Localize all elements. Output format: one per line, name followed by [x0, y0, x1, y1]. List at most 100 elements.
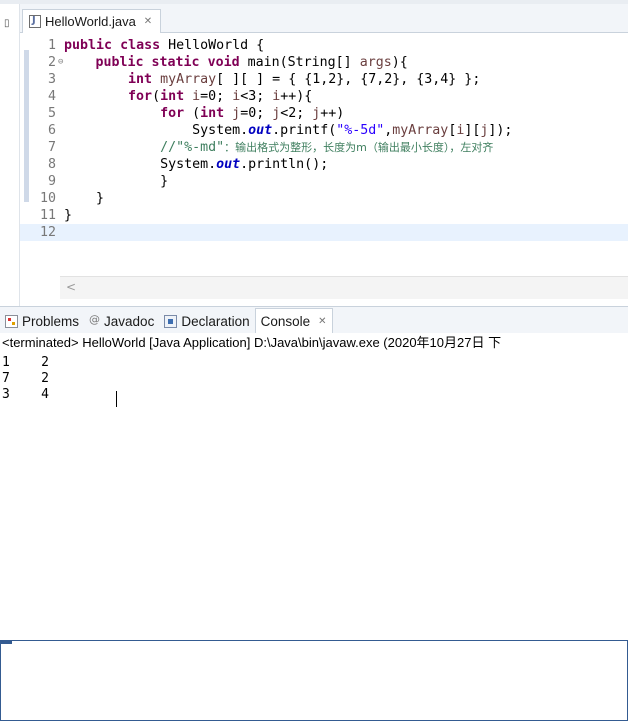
line-number: 12 [39, 225, 56, 240]
code-token: } [64, 191, 105, 206]
line-number: 6 [47, 123, 56, 138]
code-token: "%-5d" [336, 123, 385, 138]
close-icon[interactable]: ✕ [144, 16, 152, 27]
console-view[interactable]: <terminated> HelloWorld [Java Applicatio… [0, 333, 628, 414]
code-token: for [160, 106, 185, 121]
code-token: ){ [391, 55, 408, 70]
tab-console[interactable]: Console ✕ [0, 308, 628, 721]
tab-declaration[interactable]: Declaration [159, 309, 254, 333]
code-token: ( [184, 106, 201, 121]
code-token: j [232, 106, 241, 121]
problems-icon [5, 314, 18, 328]
line-number: 4 [47, 89, 56, 104]
scroll-left-icon[interactable]: < [66, 280, 76, 294]
code-token: static [151, 55, 200, 70]
tab-javadoc[interactable]: Javadoc [84, 309, 159, 333]
code-token: out [248, 123, 273, 138]
code-token: int [200, 106, 225, 121]
code-line[interactable]: 12 [20, 224, 628, 241]
code-token: <2; [280, 106, 313, 121]
code-line[interactable]: 2 ⊖ public static void main(String[] args… [28, 54, 408, 71]
console-output-line: 1 2 [2, 355, 49, 370]
line-number: 11 [39, 208, 56, 223]
code-token: ][ [464, 123, 481, 138]
console-output-line: 3 4 [2, 387, 49, 402]
code-line[interactable]: 9 } [28, 173, 168, 190]
code-line[interactable]: 7 //"%-md"：输出格式为整形，长度为m（输出最小长度），左对齐 [28, 139, 493, 156]
line-number: 1 [47, 38, 56, 53]
line-number: 8 [47, 157, 56, 172]
code-token: myArray [160, 72, 217, 87]
code-token: ]); [488, 123, 513, 138]
code-token: System. [64, 157, 217, 172]
tab-label: Problems [22, 313, 80, 329]
javadoc-icon [89, 313, 100, 328]
code-token: class [120, 38, 161, 53]
line-number: 10 [39, 191, 56, 206]
code-token: =0; [200, 89, 233, 104]
code-token: public [95, 55, 144, 70]
code-token: i [192, 89, 201, 104]
left-trim: ▯ [0, 4, 20, 310]
code-token: void [207, 55, 240, 70]
code-token: ++) [320, 106, 345, 121]
code-token: .printf( [272, 123, 337, 138]
code-line[interactable]: 10 } [28, 190, 104, 207]
code-token: [ ][ ] = { {1,2}, {7,2}, {3,4} }; [216, 72, 481, 87]
code-token: args [359, 55, 392, 70]
tab-helloworld-java[interactable]: HelloWorld.java ✕ [22, 9, 162, 33]
code-line[interactable]: 4 for(int i=0; i<3; i++){ [28, 88, 312, 105]
code-token: int [128, 72, 153, 87]
minimize-icon[interactable]: ▯ [4, 18, 10, 29]
console-icon [0, 640, 628, 721]
code-token: } [64, 208, 73, 223]
text-cursor [116, 391, 117, 407]
line-number: 9 [47, 174, 56, 189]
code-token: int [160, 89, 185, 104]
code-token: .println(); [240, 157, 329, 172]
line-number: 7 [47, 140, 56, 155]
code-line[interactable]: 3 int myArray[ ][ ] = { {1,2}, {7,2}, {3… [28, 71, 480, 88]
code-token: ++){ [280, 89, 313, 104]
tab-problems[interactable]: Problems [0, 309, 84, 333]
fold-toggle-icon[interactable]: ⊖ [58, 57, 63, 67]
tab-label: HelloWorld.java [45, 14, 136, 29]
tab-label: Declaration [181, 313, 250, 329]
code-line[interactable]: 11} [28, 207, 72, 224]
code-token: //"%-md" [160, 140, 225, 155]
horizontal-scrollbar[interactable]: < [60, 276, 628, 299]
code-line[interactable]: 8 System.out.println(); [28, 156, 328, 173]
views-tab-bar: Problems Javadoc Declaration Console ✕ [0, 306, 628, 721]
code-token: <3; [240, 89, 273, 104]
console-status: <terminated> HelloWorld [Java Applicatio… [2, 335, 502, 350]
code-token: =0; [240, 106, 273, 121]
code-editor[interactable]: 1 public class HelloWorld {2 ⊖ public stat… [20, 33, 628, 273]
code-token: ( [152, 89, 161, 104]
line-number: 5 [47, 106, 56, 121]
code-token: out [216, 157, 241, 172]
tab-label: Console [260, 313, 311, 329]
code-token: i [232, 89, 241, 104]
console-output-line: 7 2 [2, 371, 49, 386]
code-line[interactable]: 6 System.out.printf("%-5d",myArray[i][j]… [28, 122, 512, 139]
code-line[interactable]: 1 public class HelloWorld { [28, 37, 264, 54]
code-line[interactable]: 5 for (int j=0; j<2; j++) [28, 105, 344, 122]
code-token: } [64, 174, 169, 189]
code-token: System. [64, 123, 249, 138]
code-token: myArray [392, 123, 449, 138]
close-icon[interactable]: ✕ [318, 316, 326, 327]
code-token: main(String[] [239, 55, 360, 70]
code-token: public [64, 38, 113, 53]
java-file-icon [29, 15, 41, 28]
tab-label: Javadoc [104, 313, 155, 329]
